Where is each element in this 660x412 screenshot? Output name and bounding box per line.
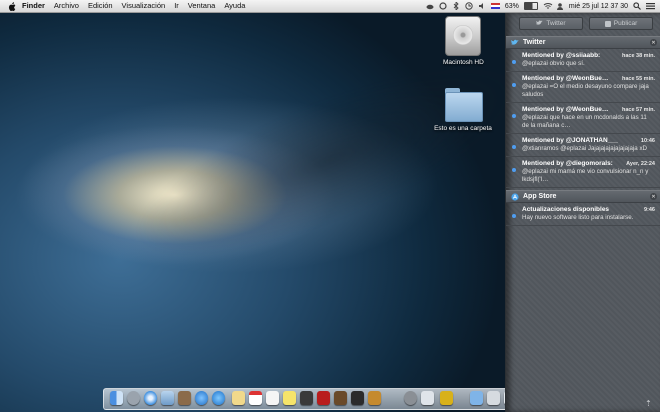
documents-stack-dock-icon[interactable] [487,391,500,405]
spotlight-search-icon[interactable] [633,2,641,10]
notification-body: @eplazai =O el medio desayuno compare ja… [522,83,649,98]
launchpad-dock-icon[interactable] [127,391,140,405]
cloud-icon[interactable] [426,2,434,10]
applications-stack-dock-icon[interactable] [470,391,483,405]
system-preferences-dock-icon[interactable] [404,391,417,405]
share-buttons-row: Twitter Publicar [506,13,660,34]
notification-body: @eplazai obvio que sí. [522,60,585,67]
unread-dot-icon [512,145,516,149]
sync-icon[interactable] [439,2,447,10]
reminders-dock-icon[interactable] [266,391,279,405]
contacts-dock-icon[interactable] [178,391,191,405]
menu-ayuda[interactable]: Ayuda [224,0,245,12]
app-store-section-title: App Store [523,193,557,200]
iphoto-dock-icon[interactable] [334,391,347,405]
battery-percentage: 63% [504,2,519,10]
notification-item[interactable]: Mentioned by @diegomorals: Ayer, 22:24 @… [506,157,660,188]
app-store-dock-icon[interactable] [212,391,225,405]
notification-item[interactable]: Actualizaciones disponibles 9:46 Hay nue… [506,203,660,226]
notification-body: Hay nuevo software listo para instalarse… [522,214,634,221]
notification-item[interactable]: Mentioned by @ssiiaabb: hace 38 min. @ep… [506,49,660,72]
folder-label: Esto es una carpeta [434,125,492,132]
macintosh-hd-desktop-icon[interactable]: Macintosh HD [443,16,484,66]
scroll-up-arrow-icon[interactable]: ⇡ [645,399,655,408]
menu-ir[interactable]: Ir [174,0,179,12]
itunes-dock-icon[interactable] [317,391,330,405]
menu-finder[interactable]: Finder [22,0,45,12]
preview-dock-icon[interactable] [421,391,434,405]
notification-title: Mentioned by @ssiiaabb: [522,52,601,59]
close-icon[interactable]: ✕ [650,193,657,200]
menu-ventana[interactable]: Ventana [188,0,216,12]
drive-label: Macintosh HD [443,59,484,66]
notification-title: Mentioned by @WeonBue… [522,106,609,113]
notification-center-icon[interactable] [646,2,655,10]
twitter-section-title: Twitter [523,39,546,46]
flag-icon[interactable] [490,3,500,9]
volume-icon[interactable] [478,2,486,10]
unread-dot-icon [512,60,516,64]
user-icon[interactable] [556,2,564,10]
notification-title: Actualizaciones disponibles [522,206,610,213]
facebook-post-button[interactable]: Publicar [589,17,653,30]
twitter-bird-icon [536,19,544,28]
garageband-dock-icon[interactable] [368,391,381,405]
notification-item[interactable]: Mentioned by @WeonBue… hace 57 min. @epl… [506,103,660,134]
facebook-post-label: Publicar [613,20,638,27]
notification-time: Ayer, 22:24 [626,161,655,167]
notification-time: 10:46 [640,138,655,144]
notification-body: @xtianramos @eplazai Jajajajajajajajajaj… [522,145,648,152]
twitter-share-label: Twitter [546,20,566,27]
menu-visualizacion[interactable]: Visualización [122,0,166,12]
notification-item[interactable]: Mentioned by @JONATHAN___M: 10:46 @xtian… [506,134,660,157]
desktop-wallpaper [0,0,505,412]
facebook-icon [604,20,611,27]
mail-dock-icon[interactable] [161,391,174,405]
notification-time: hace 57 min. [621,107,655,113]
menu-bar: Finder Archivo Edición Visualización Ir … [0,0,660,13]
filezilla-dock-icon[interactable] [440,391,453,405]
app-store-section-header[interactable]: App Store ✕ [506,190,660,203]
twitter-share-button[interactable]: Twitter [519,17,583,30]
close-icon[interactable]: ✕ [650,39,657,46]
notification-title: Mentioned by @WeonBue… [522,75,609,82]
notification-center-panel: Twitter Publicar Twitter ✕ Mentioned by … [505,13,660,412]
notification-time: 9:46 [643,207,655,213]
unread-dot-icon [512,214,516,218]
bluetooth-icon[interactable] [452,0,460,12]
safari-dock-icon[interactable] [144,391,157,405]
finder-dock-icon[interactable] [110,391,123,405]
imovie-dock-icon[interactable] [351,391,364,405]
notification-time: hace 38 min. [621,53,655,59]
stickies-dock-icon[interactable] [283,391,296,405]
folder-icon [443,86,483,122]
hard-drive-icon [445,16,481,56]
battery-icon[interactable] [523,2,538,10]
notification-title: Mentioned by @JONATHAN___M: [522,137,618,144]
menu-edicion[interactable]: Edición [88,0,113,12]
apple-menu-icon[interactable] [8,1,16,11]
twitter-bird-icon [511,39,519,47]
unread-dot-icon [512,83,516,87]
twitter-section-header[interactable]: Twitter ✕ [506,36,660,49]
menu-archivo[interactable]: Archivo [54,0,79,12]
notification-time: hace 55 min. [621,76,655,82]
wifi-icon[interactable] [543,2,553,10]
menubar-clock[interactable]: mié 25 jul 12 37 30 [569,3,628,10]
notification-title: Mentioned by @diegomorals: [522,160,613,167]
app-store-icon [511,192,519,201]
unread-dot-icon [512,114,516,118]
calendar-dock-icon[interactable] [249,391,262,405]
notification-item[interactable]: Mentioned by @WeonBue… hace 55 min. @epl… [506,72,660,103]
unread-dot-icon [512,168,516,172]
messages-dock-icon[interactable] [195,391,208,405]
photo-booth-dock-icon[interactable] [300,391,313,405]
folder-desktop-icon[interactable]: Esto es una carpeta [432,86,494,132]
status-area: 63% mié 25 jul 12 37 30 [426,0,655,12]
notes-dock-icon[interactable] [232,391,245,405]
notification-body: @eplazai mi mamá me vio convulsionar n_n… [522,168,649,183]
notification-body: @eplazai que hace en un mcdonalds a las … [522,114,647,129]
time-machine-icon[interactable] [465,2,473,10]
